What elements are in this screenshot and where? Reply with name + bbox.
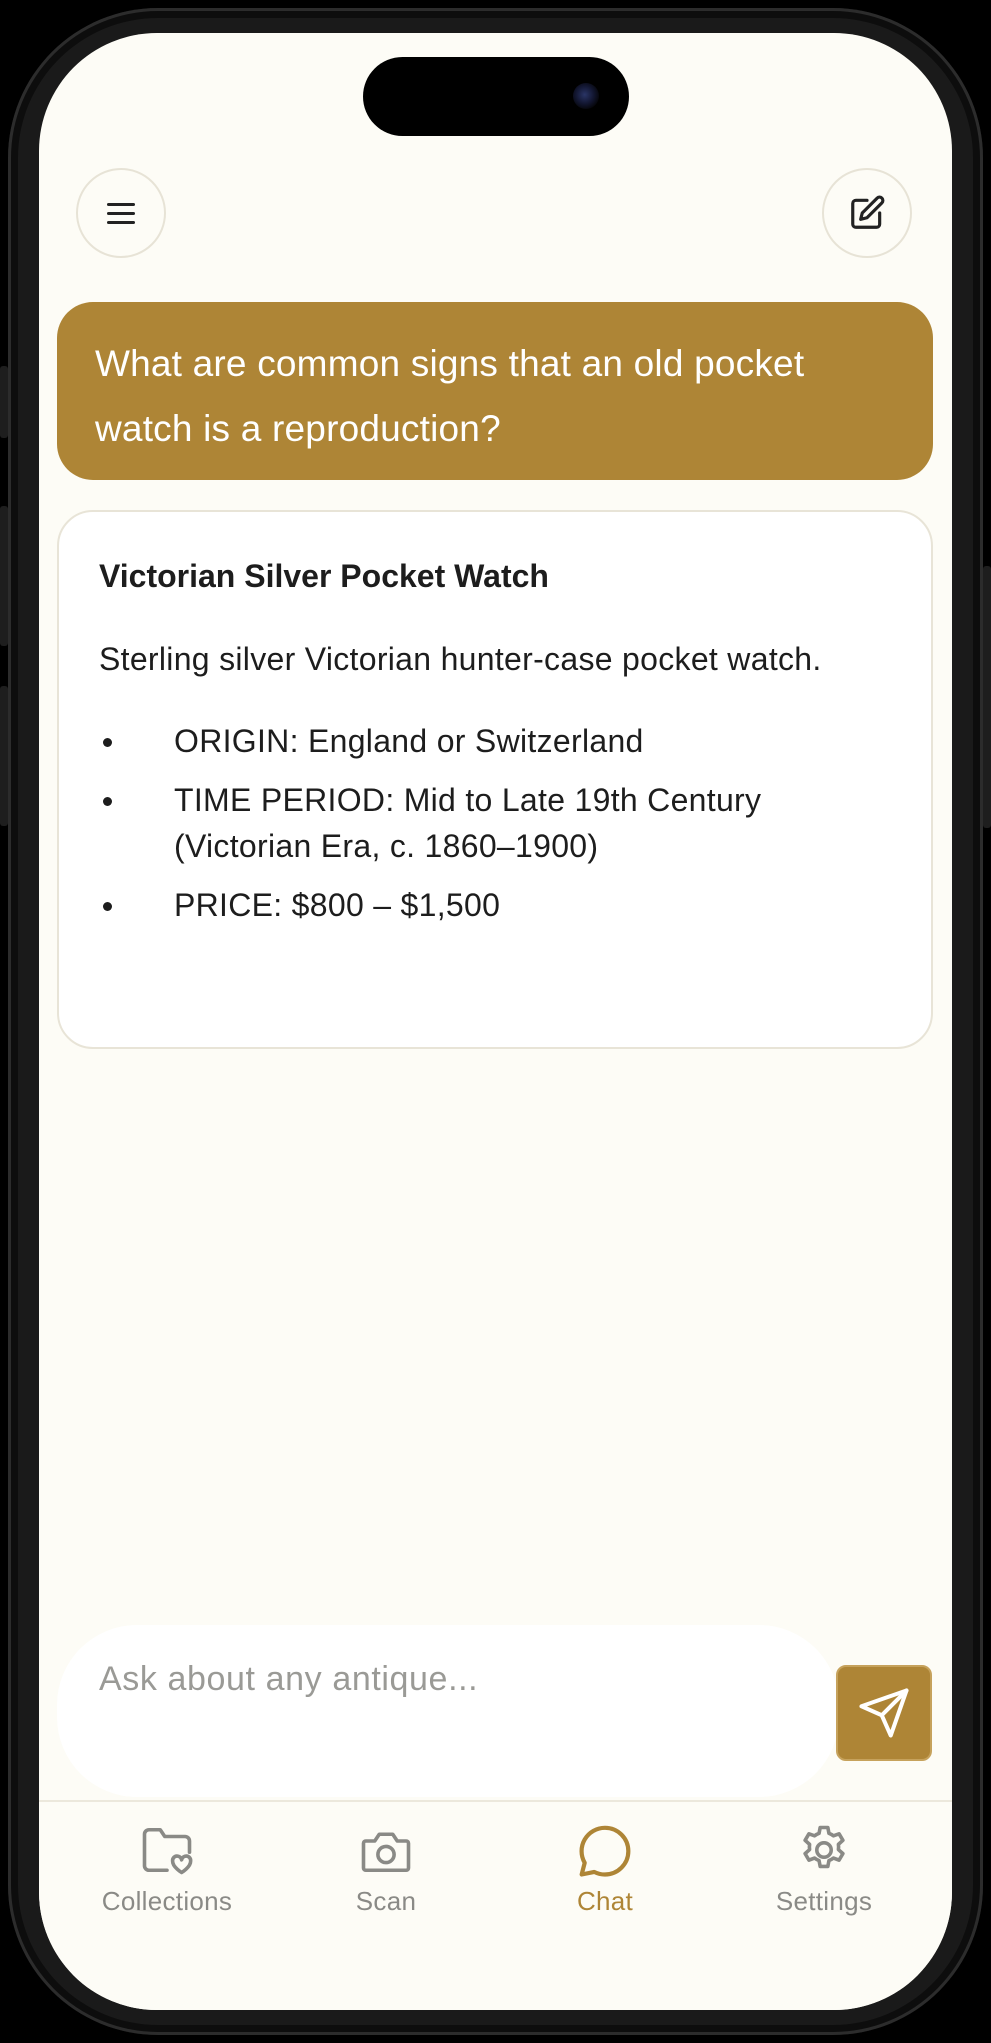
bullet-dot <box>103 738 112 747</box>
send-icon <box>859 1688 909 1738</box>
bullet-dot <box>103 797 112 806</box>
bottom-tab-bar: Collections Scan Chat Settings <box>39 1800 952 2010</box>
tab-label: Collections <box>101 1886 233 1916</box>
list-item: TIME PERIOD: Mid to Late 19th Century (V… <box>99 777 891 869</box>
tab-settings[interactable]: Settings <box>724 1802 924 1932</box>
tab-scan[interactable]: Scan <box>286 1802 486 1932</box>
menu-icon <box>107 197 135 230</box>
front-camera <box>573 83 599 109</box>
folder-heart-icon <box>142 1827 193 1875</box>
detail-origin: ORIGIN: England or Switzerland <box>174 723 644 759</box>
answer-title: Victorian Silver Pocket Watch <box>99 558 549 594</box>
dynamic-island <box>363 57 629 136</box>
volume-up-button <box>0 506 8 646</box>
list-item: ORIGIN: England or Switzerland <box>99 718 891 764</box>
message-input[interactable] <box>97 1659 799 1700</box>
app-screen: What are common signs that an old pocket… <box>39 33 952 2010</box>
user-message-text: What are common signs that an old pocket… <box>95 343 805 449</box>
answer-description: Sterling silver Victorian hunter-case po… <box>99 641 822 677</box>
action-button <box>0 366 8 438</box>
bullet-dot <box>103 902 112 911</box>
answer-card: Victorian Silver Pocket Watch Sterling s… <box>57 510 933 1049</box>
user-message-bubble: What are common signs that an old pocket… <box>57 302 933 480</box>
tab-chat[interactable]: Chat <box>505 1802 705 1932</box>
tab-label: Scan <box>355 1886 417 1916</box>
message-input-container <box>57 1625 839 1797</box>
list-item: PRICE: $800 – $1,500 <box>99 882 891 928</box>
gear-icon <box>803 1825 845 1869</box>
camera-icon <box>361 1832 411 1873</box>
menu-button[interactable] <box>76 168 166 258</box>
volume-down-button <box>0 686 8 826</box>
detail-time-period: TIME PERIOD: Mid to Late 19th Century (V… <box>174 782 762 864</box>
tab-collections[interactable]: Collections <box>67 1802 267 1932</box>
chat-bubble-icon <box>579 1825 631 1877</box>
answer-details-list: ORIGIN: England or Switzerland TIME PERI… <box>99 718 891 928</box>
tab-label: Chat <box>576 1886 634 1916</box>
new-chat-button[interactable] <box>822 168 912 258</box>
send-button[interactable] <box>836 1665 932 1761</box>
compose-icon <box>851 195 885 229</box>
power-button <box>983 566 991 828</box>
tab-label: Settings <box>775 1886 873 1916</box>
detail-price: PRICE: $800 – $1,500 <box>174 887 501 923</box>
